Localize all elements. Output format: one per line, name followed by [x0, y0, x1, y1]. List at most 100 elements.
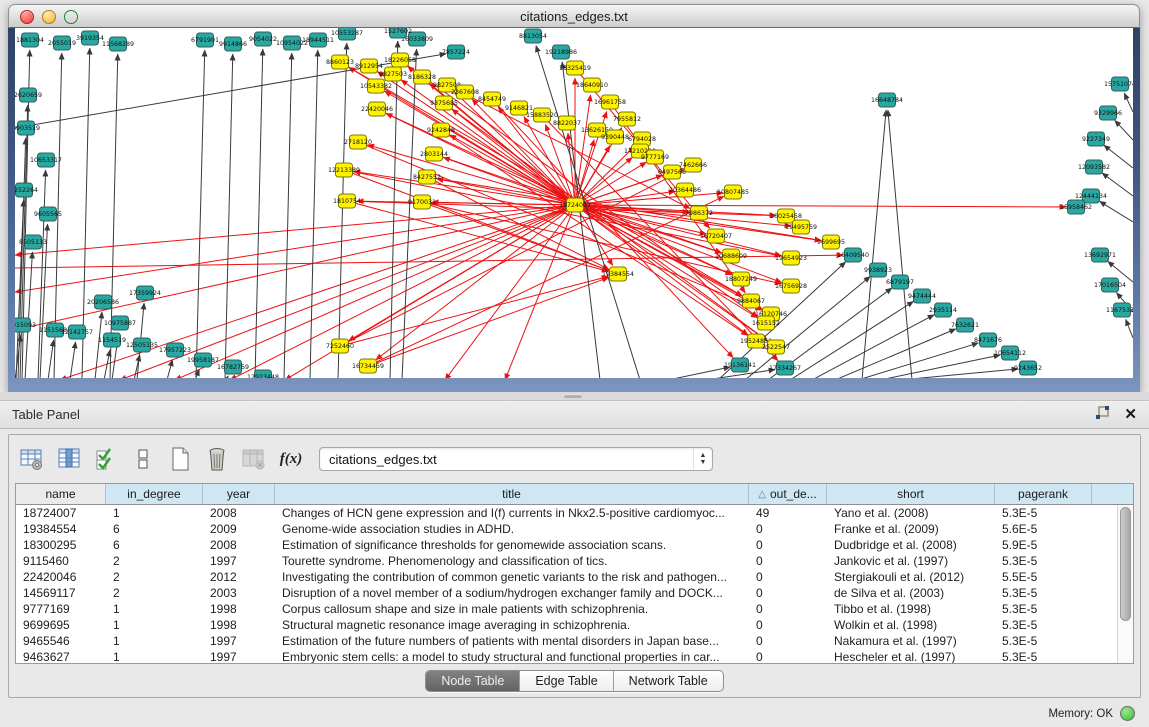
citation-edge-black[interactable]	[668, 367, 730, 378]
citation-edge-black[interactable]	[95, 312, 102, 378]
network-node[interactable]: 19384554	[602, 267, 634, 281]
citation-edge-black[interactable]	[310, 50, 318, 378]
citation-edge-red[interactable]	[368, 196, 724, 366]
column-header-pagerank[interactable]: pagerank	[995, 484, 1092, 504]
citation-edge-black[interactable]	[880, 355, 1000, 378]
close-panel-icon[interactable]: ✕	[1124, 407, 1137, 422]
column-header-year[interactable]: year	[203, 484, 275, 504]
network-node[interactable]: 2718120	[344, 135, 372, 149]
network-node[interactable]: 10653317	[30, 153, 62, 167]
citation-edge-black[interactable]	[1115, 120, 1133, 140]
citation-edge-black[interactable]	[338, 43, 347, 378]
network-node[interactable]: 8471676	[974, 333, 1002, 347]
tab-network-table[interactable]: Network Table	[613, 671, 723, 691]
network-node[interactable]: 8903519	[15, 121, 40, 135]
network-node[interactable]: 17016504	[1094, 278, 1126, 292]
network-node[interactable]: 17334267	[769, 361, 801, 375]
network-node[interactable]: 19654923	[775, 251, 807, 265]
column-visibility-button[interactable]	[54, 445, 84, 473]
network-node[interactable]: 8454749	[478, 92, 506, 106]
scrollbar-thumb[interactable]	[1120, 507, 1131, 621]
network-window-titlebar[interactable]: citations_edges.txt	[8, 4, 1140, 28]
minimize-window-button[interactable]	[42, 10, 56, 24]
citation-edge-black[interactable]	[862, 110, 886, 378]
network-node[interactable]: 12505135	[126, 338, 158, 352]
delete-table-button[interactable]	[239, 445, 269, 473]
citation-edge-red[interactable]	[175, 205, 575, 378]
network-node[interactable]: 16648784	[871, 93, 903, 107]
resize-grip[interactable]	[564, 394, 582, 398]
network-node[interactable]: 9914866	[219, 37, 247, 51]
network-node[interactable]: 1810754	[333, 194, 361, 208]
network-node[interactable]: 1154519	[98, 333, 126, 347]
vertical-scrollbar[interactable]	[1117, 505, 1133, 663]
column-header-title[interactable]: title	[275, 484, 749, 504]
table-row[interactable]: 969969511998Structural magnetic resonanc…	[16, 617, 1133, 633]
network-node[interactable]: 15751074	[1104, 77, 1133, 91]
network-node[interactable]: 20206586	[87, 295, 119, 309]
network-node[interactable]: 16756928	[775, 279, 807, 293]
network-node[interactable]: 6879197	[886, 275, 914, 289]
panel-resize-divider[interactable]	[0, 392, 1149, 400]
network-node[interactable]: 3919354	[76, 31, 104, 45]
network-node[interactable]: 2620659	[15, 88, 42, 102]
zoom-window-button[interactable]	[64, 10, 78, 24]
network-node[interactable]: 10654112	[994, 346, 1026, 360]
citation-edge-black[interactable]	[226, 376, 228, 378]
network-node[interactable]: 11675335	[1106, 303, 1133, 317]
float-panel-icon[interactable]	[1095, 406, 1110, 423]
network-canvas[interactable]: 8860123891295418226058982750310543382818…	[15, 28, 1133, 378]
table-row[interactable]: 977716911998Corpus callosum shape and si…	[16, 601, 1133, 617]
citation-edge-red[interactable]	[575, 205, 1066, 207]
column-header-name[interactable]: name	[16, 484, 106, 504]
citation-edge-black[interactable]	[167, 360, 172, 378]
citation-edge-black[interactable]	[790, 301, 914, 378]
citation-edge-black[interactable]	[1126, 319, 1133, 338]
table-row[interactable]: 911546021997Tourette syndrome. Phenomeno…	[16, 553, 1133, 569]
row-height-button[interactable]	[128, 445, 158, 473]
network-node[interactable]: 1881304	[16, 33, 44, 47]
function-builder-button[interactable]: f(x)	[276, 445, 306, 473]
network-node[interactable]: 8860123	[326, 55, 354, 69]
table-mode-button[interactable]	[17, 445, 47, 473]
network-node[interactable]: 18640910	[576, 78, 608, 92]
network-node[interactable]: 2252264	[15, 183, 38, 197]
column-header-in_degree[interactable]: in_degree	[106, 484, 203, 504]
citation-edge-black[interactable]	[1124, 93, 1133, 112]
network-node[interactable]: 7857224	[442, 45, 470, 59]
network-node[interactable]: 12213389	[328, 163, 360, 177]
column-header-short[interactable]: short	[827, 484, 995, 504]
citation-edge-black[interactable]	[48, 340, 54, 378]
citation-edge-black[interactable]	[835, 329, 956, 378]
network-node[interactable]: 19218986	[545, 45, 577, 59]
close-window-button[interactable]	[20, 10, 34, 24]
network-node[interactable]: 8813054	[519, 29, 547, 43]
citation-edge-black[interactable]	[1100, 201, 1133, 222]
network-node[interactable]: 6791901	[191, 33, 219, 47]
network-node[interactable]: 12093582	[1078, 160, 1110, 174]
memory-status-indicator[interactable]	[1120, 706, 1135, 721]
network-node[interactable]: 9243652	[1014, 361, 1042, 375]
network-node[interactable]: 18226058	[384, 53, 416, 67]
network-node[interactable]: 8186328	[408, 70, 436, 84]
table-row[interactable]: 2242004622012Investigating the contribut…	[16, 569, 1133, 585]
citation-edge-black[interactable]	[25, 252, 32, 378]
network-node[interactable]: 10553287	[331, 28, 363, 40]
table-row[interactable]: 1456911722003Disruption of a novel membe…	[16, 585, 1133, 601]
network-node[interactable]: 19958187	[187, 353, 219, 367]
network-node[interactable]: 10688609	[715, 249, 747, 263]
table-row[interactable]: 1872400712008Changes of HCN gene express…	[16, 505, 1133, 521]
column-header-out_de[interactable]: △out_de...	[749, 484, 827, 504]
tab-edge-table[interactable]: Edge Table	[519, 671, 612, 691]
network-node[interactable]: 9329966	[1094, 106, 1122, 120]
citation-edge-red[interactable]	[340, 277, 608, 346]
network-node[interactable]: 7632621	[951, 318, 979, 332]
network-node[interactable]: 17359924	[129, 286, 161, 300]
create-column-button[interactable]	[165, 445, 195, 473]
select-all-columns-button[interactable]	[91, 445, 121, 473]
citation-edge-black[interactable]	[402, 49, 417, 378]
delete-column-button[interactable]	[202, 445, 232, 473]
network-node[interactable]: 16409540	[837, 248, 869, 262]
network-node[interactable]: 7955812	[613, 112, 641, 126]
network-node[interactable]: 9938923	[864, 263, 892, 277]
